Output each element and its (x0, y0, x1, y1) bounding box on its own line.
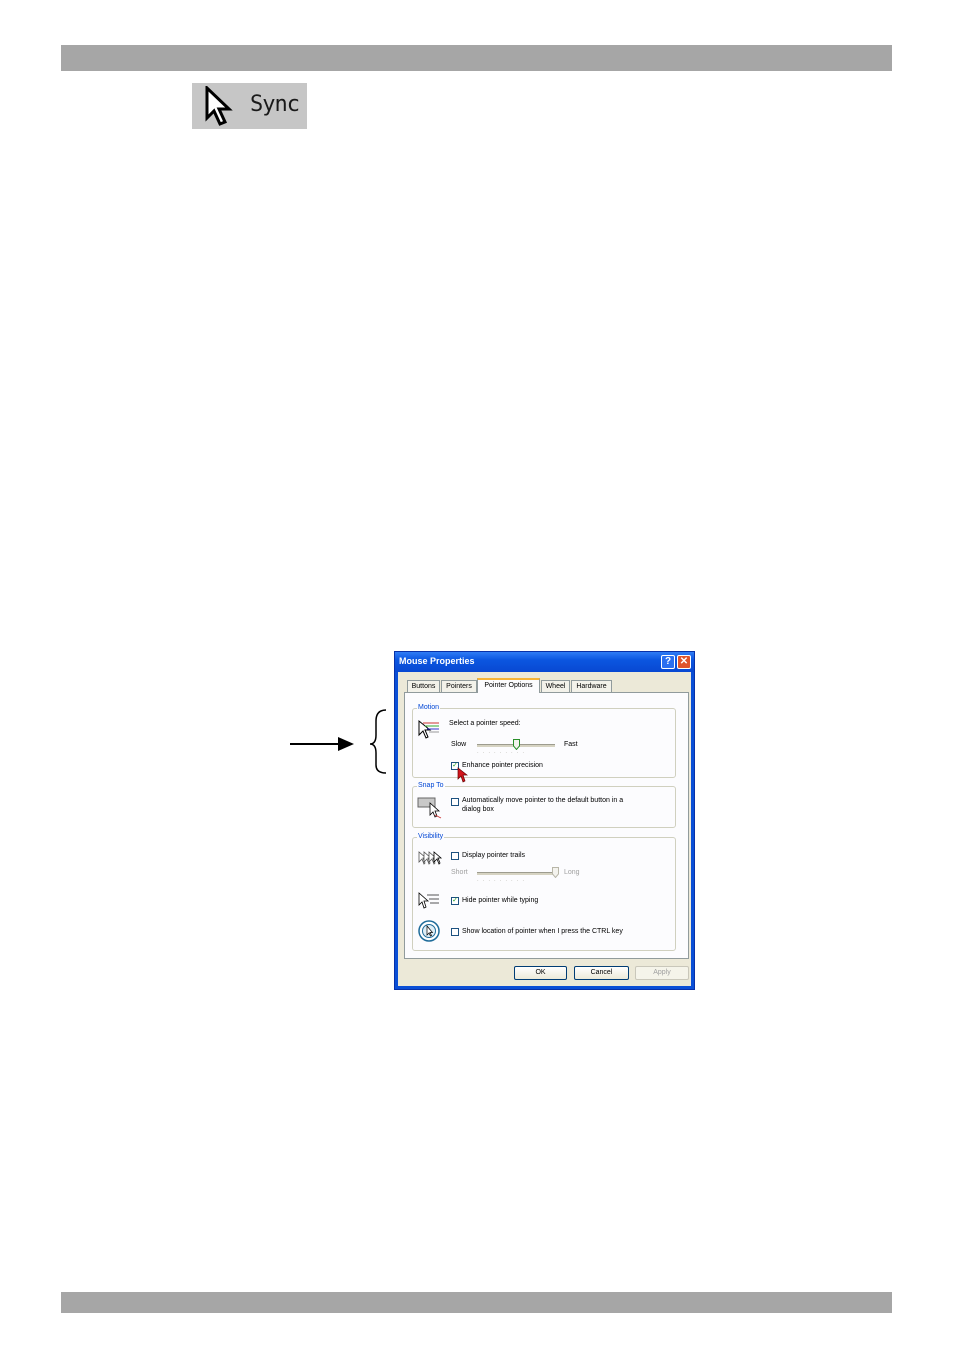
mouse-properties-dialog: Mouse Properties ? ✕ Buttons Pointers Po… (394, 651, 695, 990)
motion-group: Motion Select a pointer speed: Slow ····… (412, 704, 676, 783)
speed-slider-ticks: ········· (477, 750, 528, 756)
apply-button[interactable]: Apply (635, 966, 689, 980)
hide-pointer-checkbox[interactable]: ✓ (451, 897, 459, 905)
tab-panel: Motion Select a pointer speed: Slow ····… (404, 692, 689, 959)
auto-move-pointer-label-line2: dialog box (462, 806, 494, 813)
auto-move-pointer-checkbox[interactable] (451, 798, 459, 806)
speed-slider-thumb[interactable] (512, 739, 520, 750)
sync-button-label: Sync (250, 92, 300, 117)
pointer-trails-checkbox[interactable] (451, 852, 459, 860)
dialog-title: Mouse Properties (399, 656, 475, 666)
mouse-cursor-icon (457, 767, 469, 783)
snap-to-icon (417, 797, 442, 819)
pointer-trails-label: Display pointer trails (462, 852, 526, 859)
tab-wheel[interactable]: Wheel (541, 680, 570, 692)
cancel-button[interactable]: Cancel (574, 966, 629, 980)
enhance-precision-label: Enhance pointer precision (462, 762, 543, 769)
help-icon[interactable]: ? (661, 655, 675, 669)
dialog-title-bar[interactable]: Mouse Properties ? ✕ (395, 652, 694, 672)
sync-button[interactable]: Sync (192, 83, 307, 129)
tab-pointers[interactable]: Pointers (441, 680, 477, 692)
speed-slow-label: Slow (451, 741, 467, 748)
ctrl-locate-label: Show location of pointer when I press th… (462, 928, 623, 935)
trail-long-label: Long (564, 869, 580, 876)
visibility-group-label: Visibility (417, 833, 445, 840)
dialog-client-area: Buttons Pointers Pointer Options Wheel H… (398, 672, 691, 986)
trail-short-label: Short (451, 869, 468, 876)
tab-hardware[interactable]: Hardware (571, 680, 612, 692)
hide-pointer-icon (418, 892, 439, 909)
snap-to-group: Snap To Automatically move pointer to th… (412, 782, 676, 828)
pointer-trails-icon (418, 851, 443, 865)
speed-fast-label: Fast (564, 741, 578, 748)
auto-move-pointer-label-line1: Automatically move pointer to the defaul… (462, 797, 624, 804)
close-icon[interactable]: ✕ (677, 655, 691, 669)
tab-buttons[interactable]: Buttons (407, 680, 440, 692)
trail-slider-ticks: ········· (477, 878, 528, 884)
ctrl-locate-checkbox[interactable] (451, 928, 459, 936)
pointer-speed-icon (418, 719, 439, 739)
arrow-pointer-icon (205, 86, 233, 126)
visibility-group: Visibility Display pointer trails Short … (412, 833, 676, 951)
callout-arrow-icon (290, 709, 387, 774)
tab-pointer-options[interactable]: Pointer Options (477, 678, 540, 693)
snap-to-group-label: Snap To (417, 782, 445, 789)
trail-length-slider[interactable] (477, 872, 555, 875)
trail-slider-thumb[interactable] (551, 867, 559, 878)
hide-pointer-label: Hide pointer while typing (462, 897, 539, 904)
locate-pointer-icon (418, 920, 440, 942)
page-footer-bar (61, 1292, 892, 1313)
motion-group-label: Motion (417, 704, 441, 711)
pointer-speed-prompt: Select a pointer speed: (449, 720, 521, 727)
ok-button[interactable]: OK (514, 966, 567, 980)
page-header-bar (61, 45, 892, 71)
